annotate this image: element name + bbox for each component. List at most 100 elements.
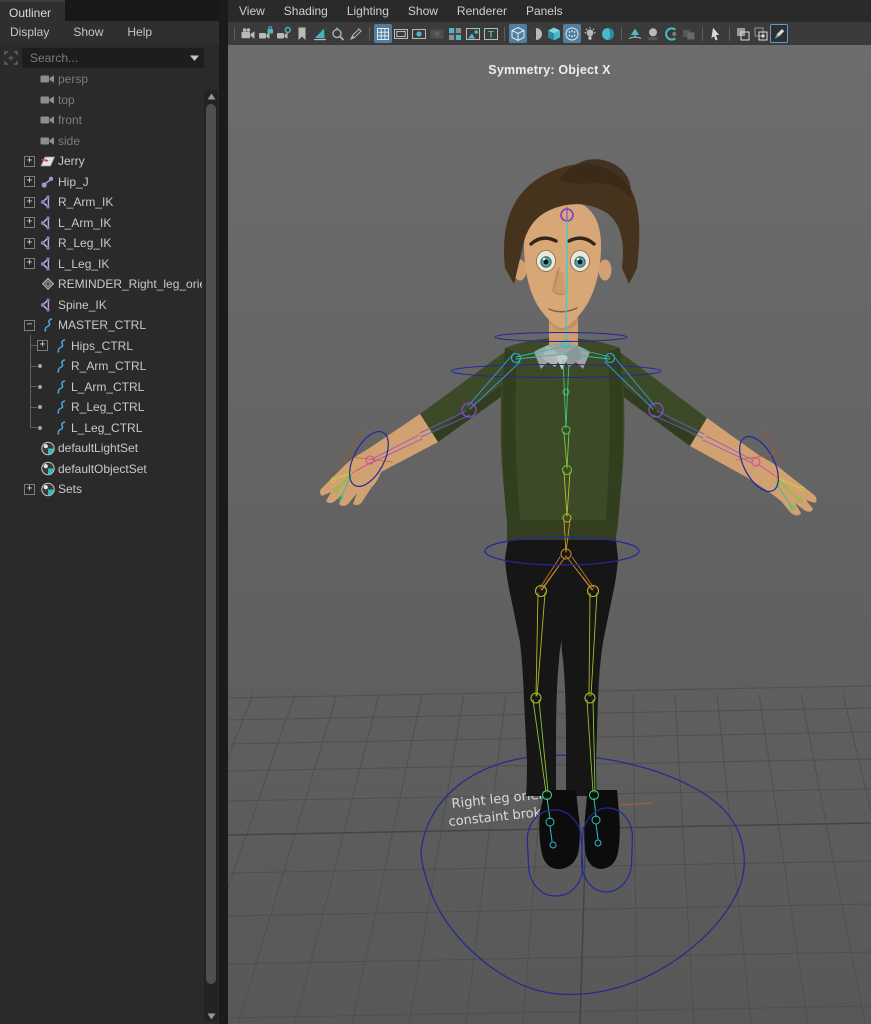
outliner-item-R_Arm_IK[interactable]: + R_Arm_IK [0, 192, 202, 213]
viewport-canvas[interactable]: Right leg orient constaint broken [228, 45, 871, 1024]
camera-icon [39, 92, 56, 107]
light-icon[interactable] [581, 24, 599, 43]
ambient-occlusion-icon[interactable] [662, 24, 680, 43]
outliner-item-Sets[interactable]: +Sets [0, 479, 202, 500]
vp-menu-lighting[interactable]: Lighting [347, 4, 389, 18]
isolate-select-icon[interactable] [707, 24, 725, 43]
outliner-item-L_Arm_CTRL[interactable]: L_Arm_CTRL [0, 377, 202, 398]
vp-menu-panels[interactable]: Panels [526, 4, 563, 18]
expand-toggle-icon[interactable]: + [24, 176, 35, 187]
outliner-item-defaultObjectSet[interactable]: defaultObjectSet [0, 459, 202, 480]
toolbar-separator [504, 27, 505, 41]
expand-toggle-icon[interactable]: + [24, 156, 35, 167]
outliner-item-L_Leg_IK[interactable]: +L_Leg_IK [0, 254, 202, 275]
outliner-item-front[interactable]: front [0, 110, 202, 131]
cube-shaded-icon[interactable] [545, 24, 563, 43]
sphere-shaded-icon[interactable] [527, 24, 545, 43]
motion-blur-icon[interactable] [680, 24, 698, 43]
expand-toggle-icon[interactable]: + [37, 340, 48, 351]
camera-lock-icon[interactable] [257, 24, 275, 43]
expand-toggle-icon[interactable]: + [24, 197, 35, 208]
outliner-item-persp[interactable]: persp [0, 69, 202, 90]
ik-icon [39, 297, 56, 312]
shadows-icon[interactable] [644, 24, 662, 43]
ol-menu-show[interactable]: Show [73, 25, 103, 39]
vp-menu-renderer[interactable]: Renderer [457, 4, 507, 18]
tree-dot-icon [38, 385, 42, 389]
vp-menu-shading[interactable]: Shading [284, 4, 328, 18]
outliner-tab[interactable]: Outliner [0, 0, 65, 21]
ol-menu-help[interactable]: Help [127, 25, 152, 39]
left-shoe [539, 790, 579, 869]
scroll-down-icon[interactable] [204, 1010, 218, 1022]
outliner-item-top[interactable]: top [0, 90, 202, 111]
outliner-item-defaultLightSet[interactable]: defaultLightSet [0, 438, 202, 459]
camera-icon[interactable] [239, 24, 257, 43]
right-shoe [584, 790, 620, 869]
image-plane-icon[interactable] [311, 24, 329, 43]
field-chart-icon[interactable] [446, 24, 464, 43]
scroll-up-icon[interactable] [204, 90, 218, 102]
expand-toggle-icon[interactable]: + [24, 217, 35, 228]
pan-zoom-icon[interactable] [329, 24, 347, 43]
expand-toggle-icon[interactable]: + [24, 484, 35, 495]
outliner-item-Spine_IK[interactable]: Spine_IK [0, 295, 202, 316]
set-icon [39, 461, 56, 476]
grid-icon[interactable] [374, 24, 392, 43]
gate-mask-icon[interactable] [428, 24, 446, 43]
outliner-item-label: R_Leg_IK [58, 236, 111, 250]
expand-toggle-icon[interactable]: + [24, 258, 35, 269]
camera-gear-icon[interactable] [275, 24, 293, 43]
cube-wireframe-icon[interactable] [509, 24, 527, 43]
viewport-menubar: View Shading Lighting Show Renderer Panels [228, 0, 871, 22]
xray-joints-icon[interactable] [752, 24, 770, 43]
outliner-item-R_Arm_CTRL[interactable]: R_Arm_CTRL [0, 356, 202, 377]
expand-toggle-icon[interactable]: + [24, 238, 35, 249]
outliner-item-label: Jerry [58, 154, 85, 168]
outliner-item-R_Leg_CTRL[interactable]: R_Leg_CTRL [0, 397, 202, 418]
outliner-item-label: L_Arm_CTRL [71, 380, 144, 394]
outliner-item-L_Leg_CTRL[interactable]: L_Leg_CTRL [0, 418, 202, 439]
panel-divider[interactable] [219, 0, 228, 1024]
safe-action-icon[interactable] [464, 24, 482, 43]
search-input-wrap [22, 48, 204, 68]
outliner-item-Hip_J[interactable]: +Hip_J [0, 172, 202, 193]
xray-icon[interactable] [734, 24, 752, 43]
outliner-item-Hips_CTRL[interactable]: +Hips_CTRL [0, 336, 202, 357]
viewport-panel: View Shading Lighting Show Renderer Panels T [228, 0, 871, 1024]
scrollbar-thumb[interactable] [206, 104, 216, 984]
resolution-gate-icon[interactable] [410, 24, 428, 43]
curve-icon [52, 359, 69, 374]
toolbar-separator [621, 27, 622, 41]
outliner-item-Jerry[interactable]: + Jerry [0, 151, 202, 172]
tree-dot-icon [38, 364, 42, 368]
outliner-item-R_Leg_IK[interactable]: + R_Leg_IK [0, 233, 202, 254]
ol-menu-display[interactable]: Display [10, 25, 49, 39]
chevron-down-icon[interactable] [189, 49, 200, 67]
grease-pencil-icon[interactable] [347, 24, 365, 43]
ik-icon [39, 195, 56, 210]
vp-menu-show[interactable]: Show [408, 4, 438, 18]
bookmark-icon[interactable] [293, 24, 311, 43]
outliner-item-label: R_Arm_IK [58, 195, 113, 209]
grease-pencil-frame-icon[interactable] [770, 24, 788, 43]
tree-connector [24, 376, 37, 397]
outliner-item-MASTER_CTRL[interactable]: − MASTER_CTRL [0, 315, 202, 336]
outliner-panel: Outliner Display Show Help persptopfrontsi… [0, 0, 219, 1024]
curve-icon [52, 400, 69, 415]
textured-sphere-icon[interactable] [599, 24, 617, 43]
camera-icon [39, 133, 56, 148]
safe-title-icon[interactable]: T [482, 24, 500, 43]
vp-menu-view[interactable]: View [239, 4, 265, 18]
wireframe-on-shaded-icon[interactable] [563, 24, 581, 43]
outliner-item-label: MASTER_CTRL [58, 318, 146, 332]
outliner-item-REMINDER_Right_leg_orient_c[interactable]: REMINDER_Right_leg_orient_c [0, 274, 202, 295]
use-all-lights-icon[interactable] [626, 24, 644, 43]
filter-icon[interactable] [2, 49, 20, 67]
outliner-item-side[interactable]: side [0, 131, 202, 152]
expand-toggle-icon[interactable]: − [24, 320, 35, 331]
search-input[interactable] [28, 50, 187, 66]
outliner-item-L_Arm_IK[interactable]: +L_Arm_IK [0, 213, 202, 234]
film-gate-icon[interactable] [392, 24, 410, 43]
outliner-scrollbar[interactable] [204, 90, 218, 1022]
